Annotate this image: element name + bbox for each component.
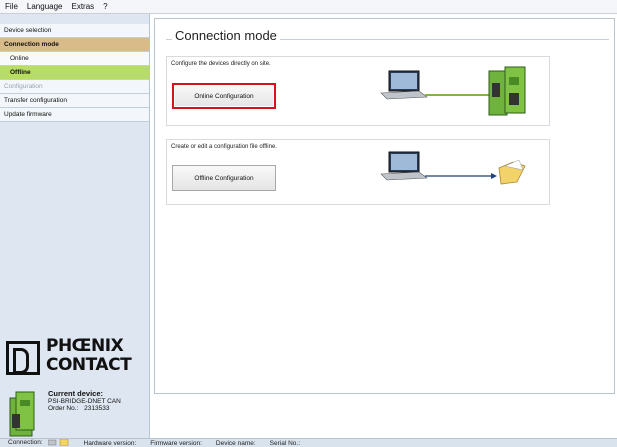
sidebar-nav: Device selection Connection mode Online … [0,24,149,122]
menu-file[interactable]: File [5,2,18,11]
status-connection-label: Connection: [8,439,43,447]
status-bar: Connection: Hardware version: Firmware v… [0,438,617,447]
offline-configuration-button[interactable]: Offline Configuration [172,165,276,191]
online-card-description: Configure the devices directly on site. [171,61,271,67]
current-device-name: PSI-BRIDGE-DNET CAN [48,398,121,405]
status-hardware-version: Hardware version: [83,439,137,447]
offline-diagram [380,151,526,185]
laptop-icon [380,70,428,100]
logo-text-line2: CONTACT [46,355,132,375]
connection-status-icon [47,439,68,447]
order-value: 2313533 [84,405,110,412]
current-device-order: Order No.: 2313533 [48,405,109,412]
status-serial-number: Serial No.: [269,439,301,447]
status-device-name: Device name: [215,439,256,447]
sidebar-item-offline[interactable]: Offline [0,66,149,80]
order-label: Order No.: [48,405,79,412]
sidebar-item-configuration: Configuration [0,80,149,94]
online-configuration-button[interactable]: Online Configuration [172,83,276,109]
logo-text-line1: PHŒNIX [46,336,124,356]
phoenix-contact-logo: PHŒNIX CONTACT [6,336,142,380]
sidebar: Device selection Connection mode Online … [0,14,150,438]
menu-bar: File Language Extras ? [0,0,617,14]
device-module-icon [9,391,35,437]
sidebar-item-online[interactable]: Online [0,52,149,66]
menu-help[interactable]: ? [103,2,107,11]
page-title: Connection mode [172,28,280,43]
logo-mark-icon [6,341,40,375]
device-modules-icon [488,66,526,116]
online-diagram [380,66,526,116]
offline-configuration-card: Create or edit a configuration file offl… [166,139,550,205]
status-connection: Connection: [8,439,76,447]
laptop-icon [380,151,428,181]
menu-extras[interactable]: Extras [71,2,94,11]
status-firmware-version: Firmware version: [150,439,202,447]
online-configuration-card: Configure the devices directly on site. … [166,56,550,126]
sidebar-item-transfer-configuration[interactable]: Transfer configuration [0,94,149,108]
menu-language[interactable]: Language [27,2,63,11]
folder-icon [498,159,526,185]
offline-card-description: Create or edit a configuration file offl… [171,144,277,150]
current-device-title: Current device: [48,389,104,398]
sidebar-item-device-selection[interactable]: Device selection [0,24,149,38]
sidebar-item-connection-mode[interactable]: Connection mode [0,38,149,52]
sidebar-item-update-firmware[interactable]: Update firmware [0,108,149,122]
arrow-head-icon [491,173,497,179]
